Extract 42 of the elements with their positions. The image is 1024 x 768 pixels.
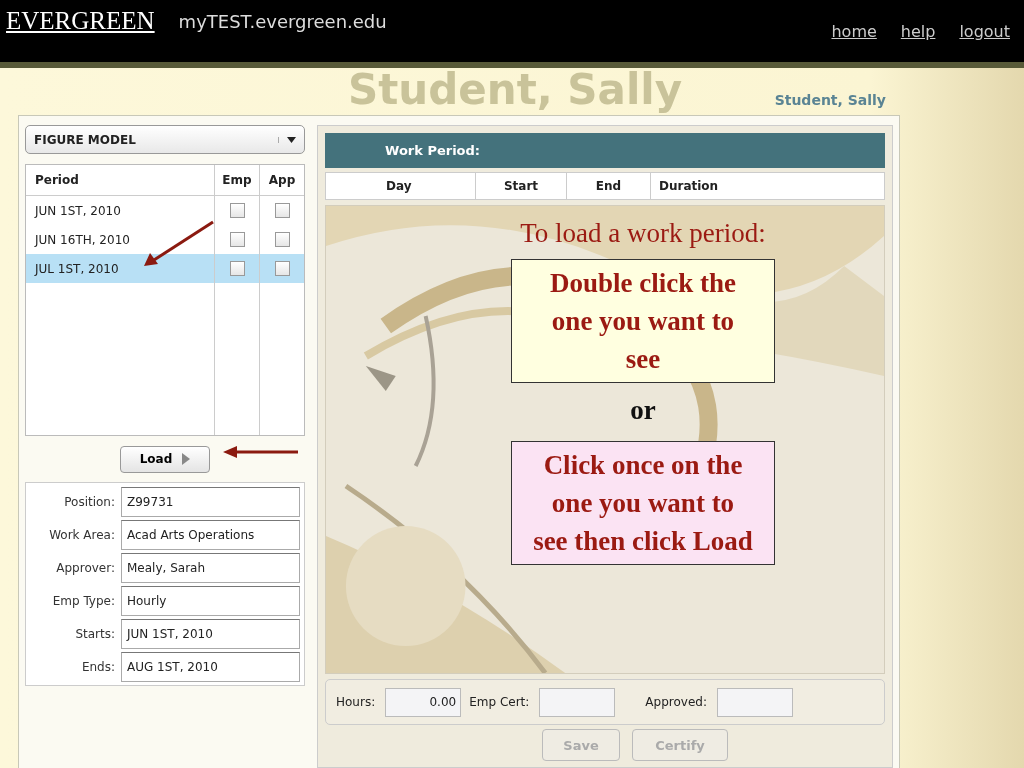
field-label: Approver: bbox=[55, 561, 115, 575]
user-name: Student, Sally bbox=[774, 92, 886, 108]
column-header: End bbox=[567, 173, 651, 199]
nav-link[interactable]: help bbox=[900, 21, 936, 41]
site-title: myTEST.evergreen.edu bbox=[178, 10, 387, 32]
period-row[interactable]: JUN 1ST, 2010 bbox=[26, 196, 304, 225]
instruction-heading: To load a work period: bbox=[519, 217, 767, 250]
input-field[interactable]: 0.00 bbox=[385, 687, 462, 717]
instruction-note: Click once on the one you want to see then click Load bbox=[511, 441, 775, 565]
column-header: Day bbox=[326, 173, 476, 199]
nav-link[interactable]: home bbox=[831, 21, 877, 41]
instruction-note: Double click the one you want to see bbox=[511, 259, 775, 383]
period-cell: JUN 16TH, 2010 bbox=[35, 232, 130, 247]
period-row[interactable]: JUL 1ST, 2010 bbox=[26, 254, 304, 283]
model-dropdown[interactable]: FIGURE MODEL bbox=[25, 125, 305, 154]
column-header: Duration bbox=[658, 178, 720, 195]
input-field[interactable]: Z99731 bbox=[121, 487, 300, 517]
field-label: Ends: bbox=[80, 660, 115, 674]
field-label: Work Area: bbox=[48, 528, 115, 542]
input-field[interactable]: Mealy, Sarah bbox=[121, 553, 300, 583]
field-label: Hours: bbox=[336, 695, 376, 709]
period-cell: JUN 1ST, 2010 bbox=[35, 203, 121, 218]
period-cell: JUL 1ST, 2010 bbox=[35, 261, 119, 276]
logo[interactable]: EVERGREEN bbox=[6, 7, 155, 35]
input-field[interactable]: Hourly bbox=[121, 586, 300, 616]
column-header: Emp bbox=[214, 165, 259, 195]
field-label: Approved: bbox=[645, 695, 707, 709]
column-header: App bbox=[259, 165, 304, 195]
banner-name: Student, Sally bbox=[348, 68, 683, 112]
field-label: Emp Cert: bbox=[469, 695, 530, 709]
input-field[interactable]: AUG 1ST, 2010 bbox=[121, 652, 300, 682]
field-label: Starts: bbox=[74, 627, 115, 641]
or-label: or bbox=[630, 394, 656, 427]
column-header: Start bbox=[476, 173, 567, 199]
field-label: Position: bbox=[63, 495, 115, 509]
field-label: Emp Type: bbox=[51, 594, 115, 608]
nav-link[interactable]: logout bbox=[959, 21, 1010, 41]
panel-header: Work Period: bbox=[325, 133, 885, 168]
input-field[interactable]: Acad Arts Operations bbox=[121, 520, 300, 550]
column-header: Period bbox=[34, 172, 80, 189]
load-button[interactable]: Load bbox=[120, 445, 210, 473]
input-field[interactable]: JUN 1ST, 2010 bbox=[121, 619, 300, 649]
